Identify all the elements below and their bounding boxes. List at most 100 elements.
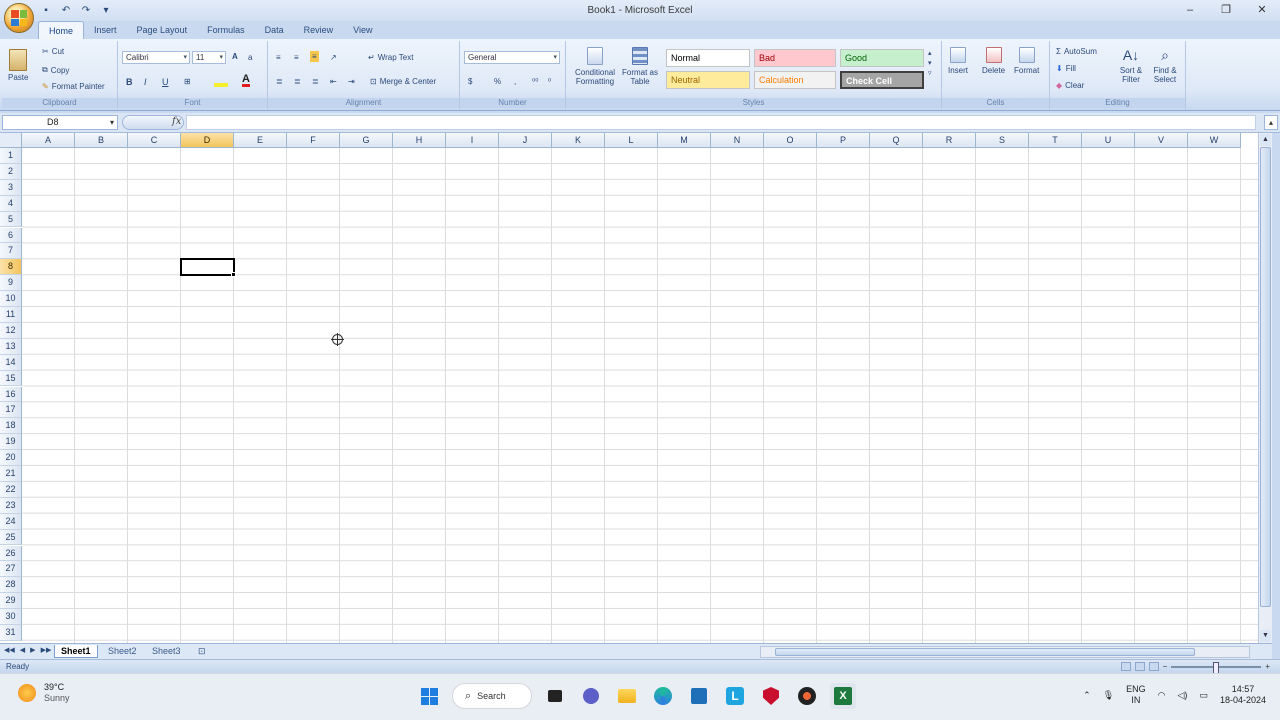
row-header-19[interactable]: 19	[0, 434, 22, 451]
zoom-slider[interactable]	[1171, 661, 1262, 674]
comma-button[interactable]: ,	[514, 77, 516, 86]
page-break-view-icon[interactable]	[1148, 662, 1159, 671]
align-bottom-icon[interactable]: ≡	[310, 51, 319, 62]
column-header-f[interactable]: F	[287, 133, 340, 148]
tab-page-layout[interactable]: Page Layout	[127, 21, 198, 39]
align-left-icon[interactable]: ≣	[276, 77, 283, 86]
currency-button[interactable]: $	[468, 77, 472, 86]
sheet-tab-sheet3[interactable]: Sheet3	[146, 645, 187, 658]
style-good[interactable]: Good	[840, 49, 924, 67]
last-sheet-icon[interactable]: ▶▶	[41, 646, 52, 654]
vertical-scroll-thumb[interactable]	[1260, 147, 1271, 607]
tray-overflow-icon[interactable]: ⌃	[1083, 690, 1091, 701]
delete-cells-button[interactable]: Delete	[982, 47, 1005, 75]
style-check-cell[interactable]: Check Cell	[840, 71, 924, 89]
row-header-24[interactable]: 24	[0, 513, 22, 530]
chat-icon[interactable]	[578, 683, 604, 709]
horizontal-scroll-thumb[interactable]	[775, 648, 1195, 656]
increase-decimal-icon[interactable]: ⁰⁰	[532, 77, 538, 86]
copy-button[interactable]: ⧉ Copy	[42, 65, 69, 75]
zoom-in-icon[interactable]: +	[1265, 662, 1270, 671]
number-format-select[interactable]: General	[464, 51, 560, 64]
volume-icon[interactable]: ◁)	[1178, 690, 1188, 701]
row-header-9[interactable]: 9	[0, 275, 22, 292]
column-header-n[interactable]: N	[711, 133, 764, 148]
font-name-select[interactable]: Calibri	[122, 51, 190, 64]
column-header-g[interactable]: G	[340, 133, 393, 148]
row-header-25[interactable]: 25	[0, 529, 22, 546]
sheet-tab-sheet2[interactable]: Sheet2	[102, 645, 143, 658]
grow-font-icon[interactable]: A	[232, 52, 238, 61]
file-explorer-icon[interactable]	[614, 683, 640, 709]
row-header-7[interactable]: 7	[0, 243, 22, 260]
row-header-17[interactable]: 17	[0, 402, 22, 419]
conditional-formatting-button[interactable]: Conditional Formatting	[572, 47, 618, 86]
insert-function-icon[interactable]: fx	[172, 116, 181, 127]
column-header-t[interactable]: T	[1029, 133, 1082, 148]
column-header-d[interactable]: D	[181, 133, 234, 148]
column-header-w[interactable]: W	[1188, 133, 1241, 148]
tab-home[interactable]: Home	[38, 21, 85, 39]
edge-browser-icon[interactable]	[650, 683, 676, 709]
weather-widget[interactable]: 39°C Sunny	[18, 682, 70, 704]
column-header-k[interactable]: K	[552, 133, 605, 148]
font-size-select[interactable]: 11	[192, 51, 226, 64]
autosum-button[interactable]: Σ AutoSum	[1056, 47, 1097, 56]
row-header-31[interactable]: 31	[0, 625, 22, 641]
font-color-icon[interactable]: A	[242, 74, 250, 87]
row-header-28[interactable]: 28	[0, 577, 22, 594]
active-cell-d8[interactable]	[180, 258, 235, 276]
row-header-29[interactable]: 29	[0, 593, 22, 610]
percent-button[interactable]: %	[494, 77, 501, 86]
row-header-1[interactable]: 1	[0, 148, 22, 164]
column-header-r[interactable]: R	[923, 133, 976, 148]
clear-button[interactable]: ◆ Clear	[1056, 81, 1084, 90]
shrink-font-icon[interactable]: a	[248, 53, 252, 62]
italic-button[interactable]: I	[144, 77, 147, 87]
microphone-icon[interactable]: 🎙	[1103, 690, 1114, 701]
row-header-27[interactable]: 27	[0, 561, 22, 578]
clock[interactable]: 14:57 18-04-2024	[1220, 684, 1266, 706]
tab-data[interactable]: Data	[255, 21, 294, 39]
cut-button[interactable]: ✂ Cut	[42, 47, 64, 56]
zoom-out-icon[interactable]: −	[1163, 662, 1168, 671]
page-layout-view-icon[interactable]	[1134, 662, 1145, 671]
increase-indent-icon[interactable]: ⇥	[348, 77, 355, 86]
tab-view[interactable]: View	[343, 21, 382, 39]
format-as-table-button[interactable]: Format as Table	[620, 47, 660, 86]
row-header-23[interactable]: 23	[0, 497, 22, 514]
cell-area[interactable]	[22, 148, 1258, 643]
excel-icon[interactable]: X	[830, 683, 856, 709]
wifi-icon[interactable]: ◠	[1158, 690, 1166, 701]
task-view-icon[interactable]	[542, 683, 568, 709]
decrease-decimal-icon[interactable]: ⁰	[548, 77, 551, 86]
column-header-m[interactable]: M	[658, 133, 711, 148]
vertical-scrollbar[interactable]: ▲ ▼	[1258, 133, 1272, 643]
fill-color-icon[interactable]	[214, 75, 228, 87]
find-select-button[interactable]: ⌕ Find & Select	[1150, 47, 1180, 84]
column-header-l[interactable]: L	[605, 133, 658, 148]
row-header-4[interactable]: 4	[0, 195, 22, 212]
column-header-p[interactable]: P	[817, 133, 870, 148]
row-header-15[interactable]: 15	[0, 370, 22, 387]
office-button[interactable]	[4, 3, 34, 33]
style-bad[interactable]: Bad	[754, 49, 836, 67]
language-indicator[interactable]: ENG IN	[1126, 684, 1146, 706]
column-header-b[interactable]: B	[75, 133, 128, 148]
taskbar-search[interactable]: ⌕ Search	[452, 683, 532, 709]
select-all-corner[interactable]	[0, 133, 22, 148]
align-right-icon[interactable]: ≣	[312, 77, 319, 86]
row-header-16[interactable]: 16	[0, 386, 22, 403]
scroll-up-icon[interactable]: ▲	[1260, 134, 1271, 146]
row-header-20[interactable]: 20	[0, 450, 22, 466]
bold-button[interactable]: B	[126, 77, 133, 87]
row-header-13[interactable]: 13	[0, 338, 22, 355]
row-header-22[interactable]: 22	[0, 481, 22, 498]
styles-scroll-icon[interactable]: ▴ ▾ ▿	[928, 49, 932, 79]
row-header-10[interactable]: 10	[0, 291, 22, 307]
tab-formulas[interactable]: Formulas	[197, 21, 255, 39]
row-header-18[interactable]: 18	[0, 418, 22, 435]
row-header-11[interactable]: 11	[0, 307, 22, 323]
insert-cells-button[interactable]: Insert	[948, 47, 968, 75]
normal-view-icon[interactable]	[1120, 662, 1131, 671]
